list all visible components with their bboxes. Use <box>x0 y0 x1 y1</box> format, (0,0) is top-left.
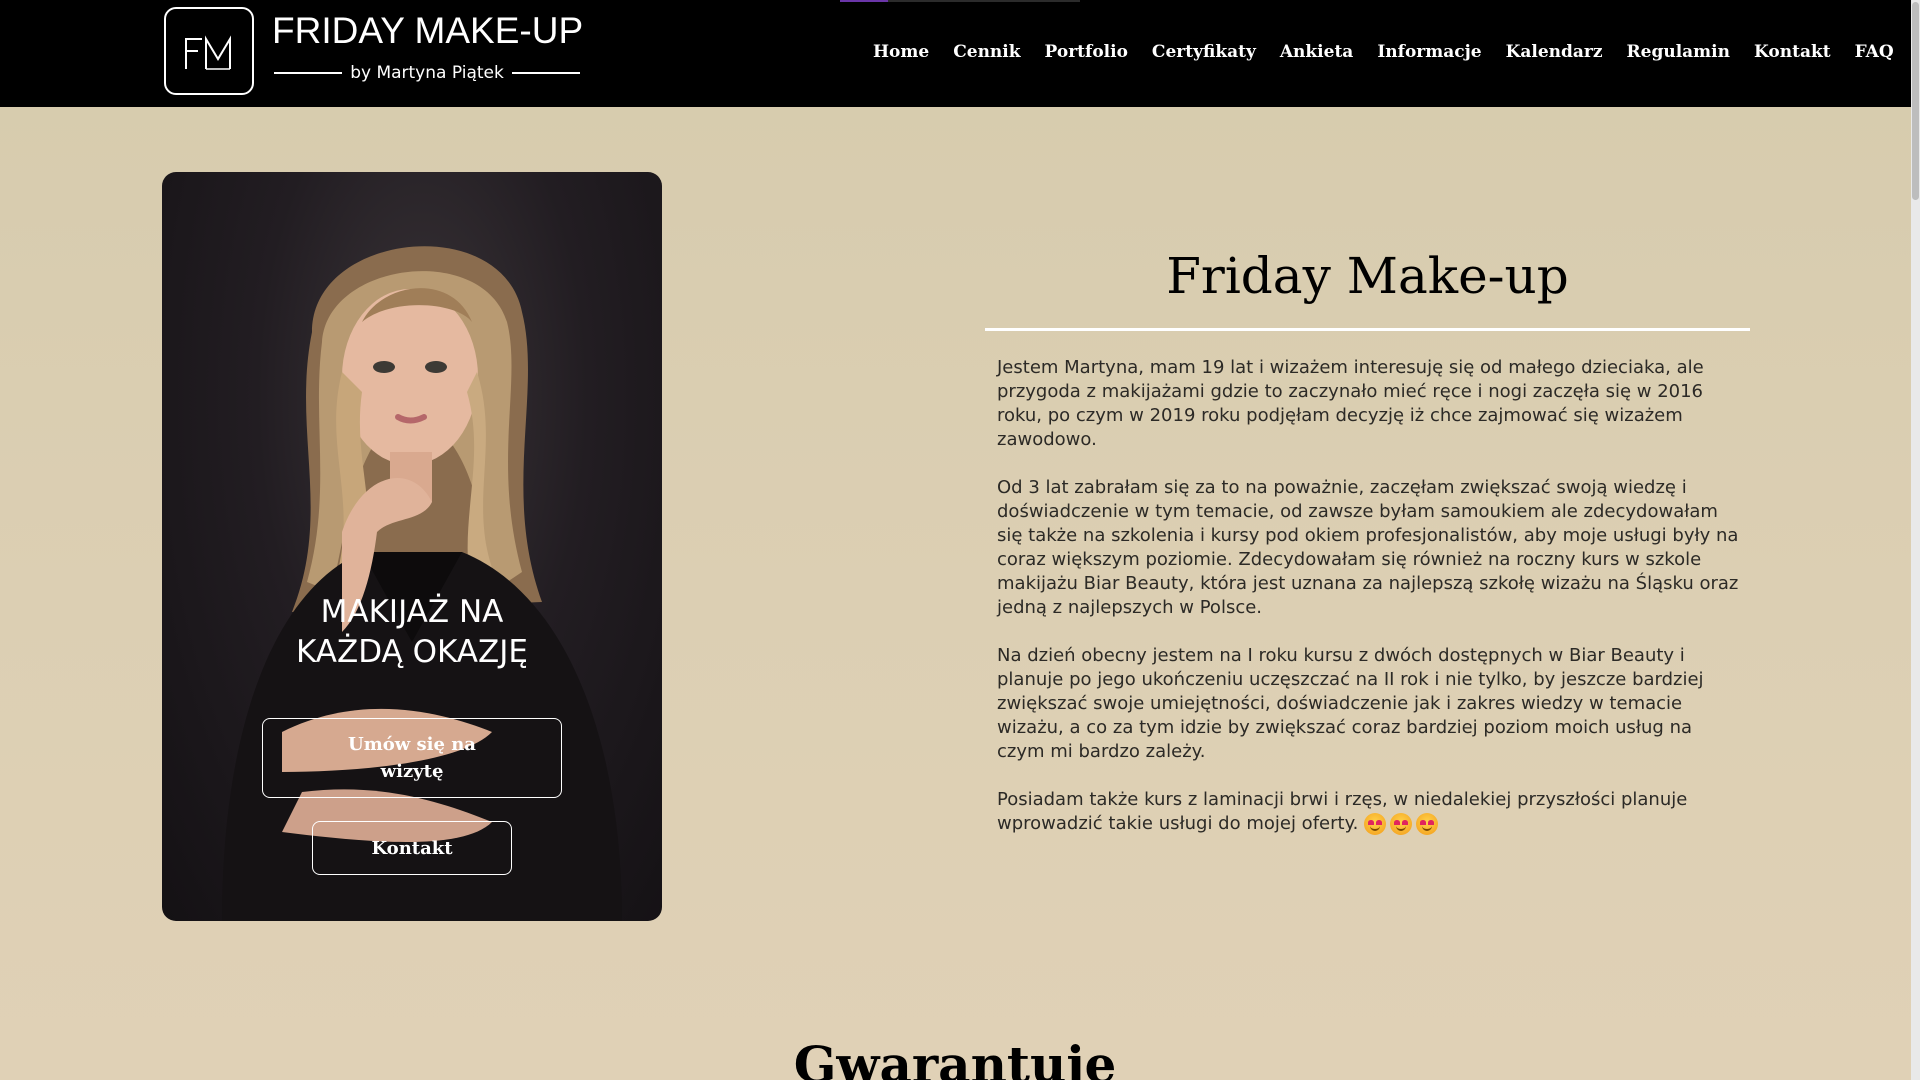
brand-subtitle-row: by Martyna Piątek <box>274 60 581 86</box>
nav-kontakt[interactable]: Kontakt <box>1754 42 1831 68</box>
page-scrollbar[interactable] <box>1911 0 1920 1080</box>
contact-button[interactable]: Kontakt <box>312 821 512 875</box>
about-text: Jestem Martyna, mam 19 lat i wizażem int… <box>997 356 1743 860</box>
site-header: FRIDAY MAKE-UP by Martyna Piątek Home Ce… <box>0 0 1911 107</box>
nav-regulamin[interactable]: Regulamin <box>1627 42 1730 68</box>
portrait-image <box>222 246 622 921</box>
about-title: Friday Make-up <box>1166 247 1569 305</box>
fm-monogram-icon <box>185 35 231 70</box>
guarantee-heading: Gwarantuje <box>793 1035 1117 1080</box>
nav-faq[interactable]: FAQ <box>1855 42 1894 68</box>
scrollbar-thumb[interactable] <box>1912 2 1919 200</box>
brand-rule-right <box>511 72 581 74</box>
hero-heading-line2: KAŻDĄ OKAZJĘ <box>296 634 528 670</box>
book-appointment-button[interactable]: Umów się na wizytę <box>262 718 562 798</box>
about-paragraph-1: Jestem Martyna, mam 19 lat i wizażem int… <box>997 357 1704 450</box>
smiling-face-with-hearts-icon <box>1364 813 1387 835</box>
about-paragraph-3: Na dzień obecny jestem na I roku kursu z… <box>997 645 1704 762</box>
brand-title[interactable]: FRIDAY MAKE-UP <box>272 10 612 52</box>
brand-subtitle: by Martyna Piątek <box>350 63 504 83</box>
brand-rule-left <box>274 72 343 74</box>
hero-heading: MAKIJAŻ NA KAŻDĄ OKAZJĘ <box>162 592 662 672</box>
hero-card: MAKIJAŻ NA KAŻDĄ OKAZJĘ Umów się na wizy… <box>162 172 662 921</box>
emoji-row <box>1364 813 1439 835</box>
nav-ankieta[interactable]: Ankieta <box>1280 42 1353 68</box>
nav-kalendarz[interactable]: Kalendarz <box>1506 42 1603 68</box>
top-progress-line <box>840 0 1080 2</box>
nav-home[interactable]: Home <box>873 42 929 68</box>
about-paragraph-2: Od 3 lat zabrałam się za to na poważnie,… <box>997 477 1739 618</box>
smiling-face-with-hearts-icon <box>1390 813 1413 835</box>
about-paragraph-4-text: Posiadam także kurs z laminacji brwi i r… <box>997 789 1688 834</box>
page: FRIDAY MAKE-UP by Martyna Piątek Home Ce… <box>0 0 1911 1080</box>
nav-certyfikaty[interactable]: Certyfikaty <box>1152 42 1256 68</box>
nav-informacje[interactable]: Informacje <box>1377 42 1481 68</box>
nav-cennik[interactable]: Cennik <box>953 42 1020 68</box>
top-progress-fill <box>840 0 888 2</box>
about-paragraph-4: Posiadam także kurs z laminacji brwi i r… <box>997 788 1743 836</box>
main-nav: Home Cennik Portfolio Certyfikaty Ankiet… <box>873 42 1894 68</box>
nav-portfolio[interactable]: Portfolio <box>1045 42 1128 68</box>
hero-heading-line1: MAKIJAŻ NA <box>320 594 504 630</box>
logo-monogram <box>180 29 240 75</box>
smiling-face-with-hearts-icon <box>1416 813 1439 835</box>
about-divider <box>985 328 1750 331</box>
logo[interactable] <box>164 7 254 95</box>
